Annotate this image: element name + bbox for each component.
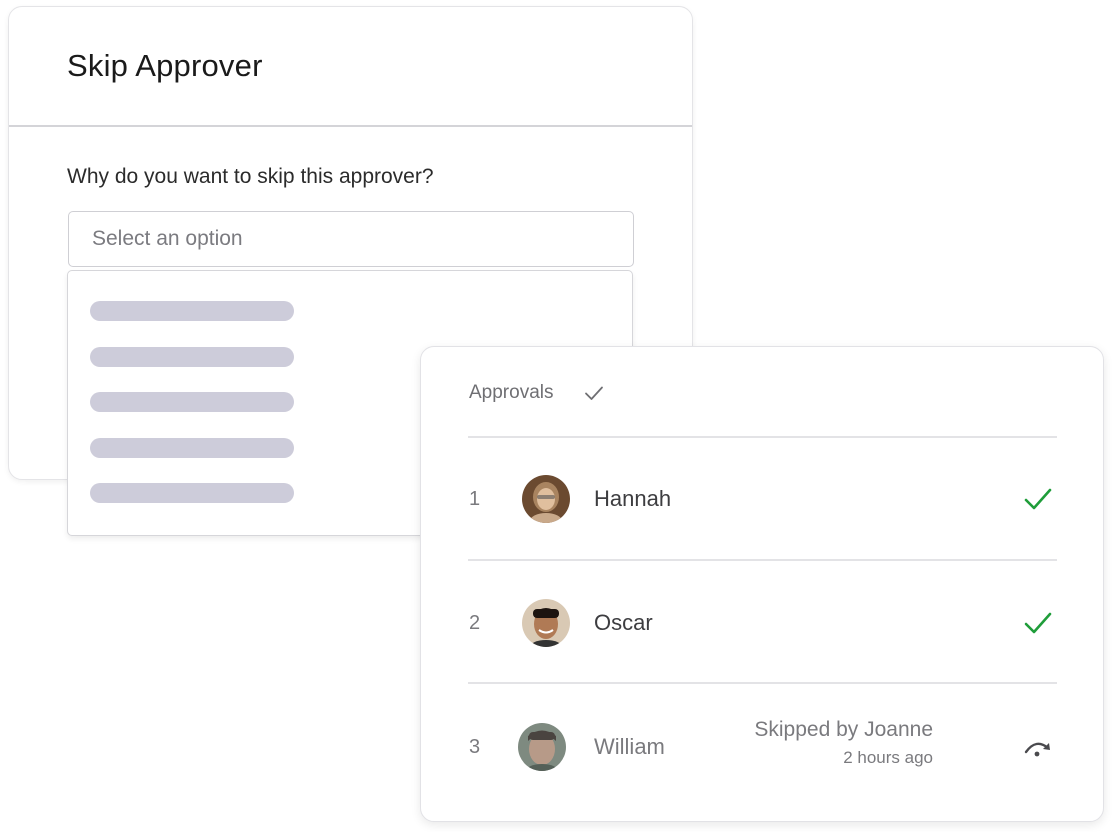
check-icon [1021,606,1055,640]
divider [468,682,1057,684]
approver-name: Oscar [594,610,653,635]
skip-icon [1021,730,1055,764]
divider [468,559,1057,561]
approver-index: 1 [469,487,481,510]
dialog-header: Skip Approver [9,7,692,127]
check-icon [582,381,606,405]
dropdown-option[interactable] [90,438,294,458]
approver-index: 2 [469,611,481,634]
dropdown-option[interactable] [90,392,294,412]
avatar [522,475,570,523]
approver-name: William [594,734,665,759]
avatar [522,599,570,647]
skipped-timestamp: 2 hours ago [843,748,933,767]
dialog-body: Why do you want to skip this approver? [9,127,692,189]
skipped-info: Skipped by Joanne 2 hours ago [743,715,933,771]
avatar [518,723,566,771]
approver-row: 2 Oscar [421,593,1103,653]
approvals-header: Approvals [469,377,606,409]
approvals-title: Approvals [469,382,554,403]
skip-reason-label: Why do you want to skip this approver? [67,165,434,188]
skip-reason-select[interactable]: Select an option [68,211,634,267]
dialog-title: Skip Approver [67,48,263,83]
approver-row: 3 William Skipped by Joanne 2 hours ago [421,717,1103,777]
approver-index: 3 [469,735,481,758]
check-icon [1021,482,1055,516]
approvals-panel: Approvals 1 Hannah 2 Oscar 3 William Ski… [420,346,1104,822]
divider [468,436,1057,438]
dropdown-option[interactable] [90,483,294,503]
skipped-by-text: Skipped by Joanne [754,718,933,741]
dropdown-option[interactable] [90,301,294,321]
approver-row: 1 Hannah [421,469,1103,529]
select-placeholder: Select an option [92,227,243,250]
stage: Skip Approver Why do you want to skip th… [0,0,1112,832]
approver-name: Hannah [594,486,672,511]
dropdown-option[interactable] [90,347,294,367]
